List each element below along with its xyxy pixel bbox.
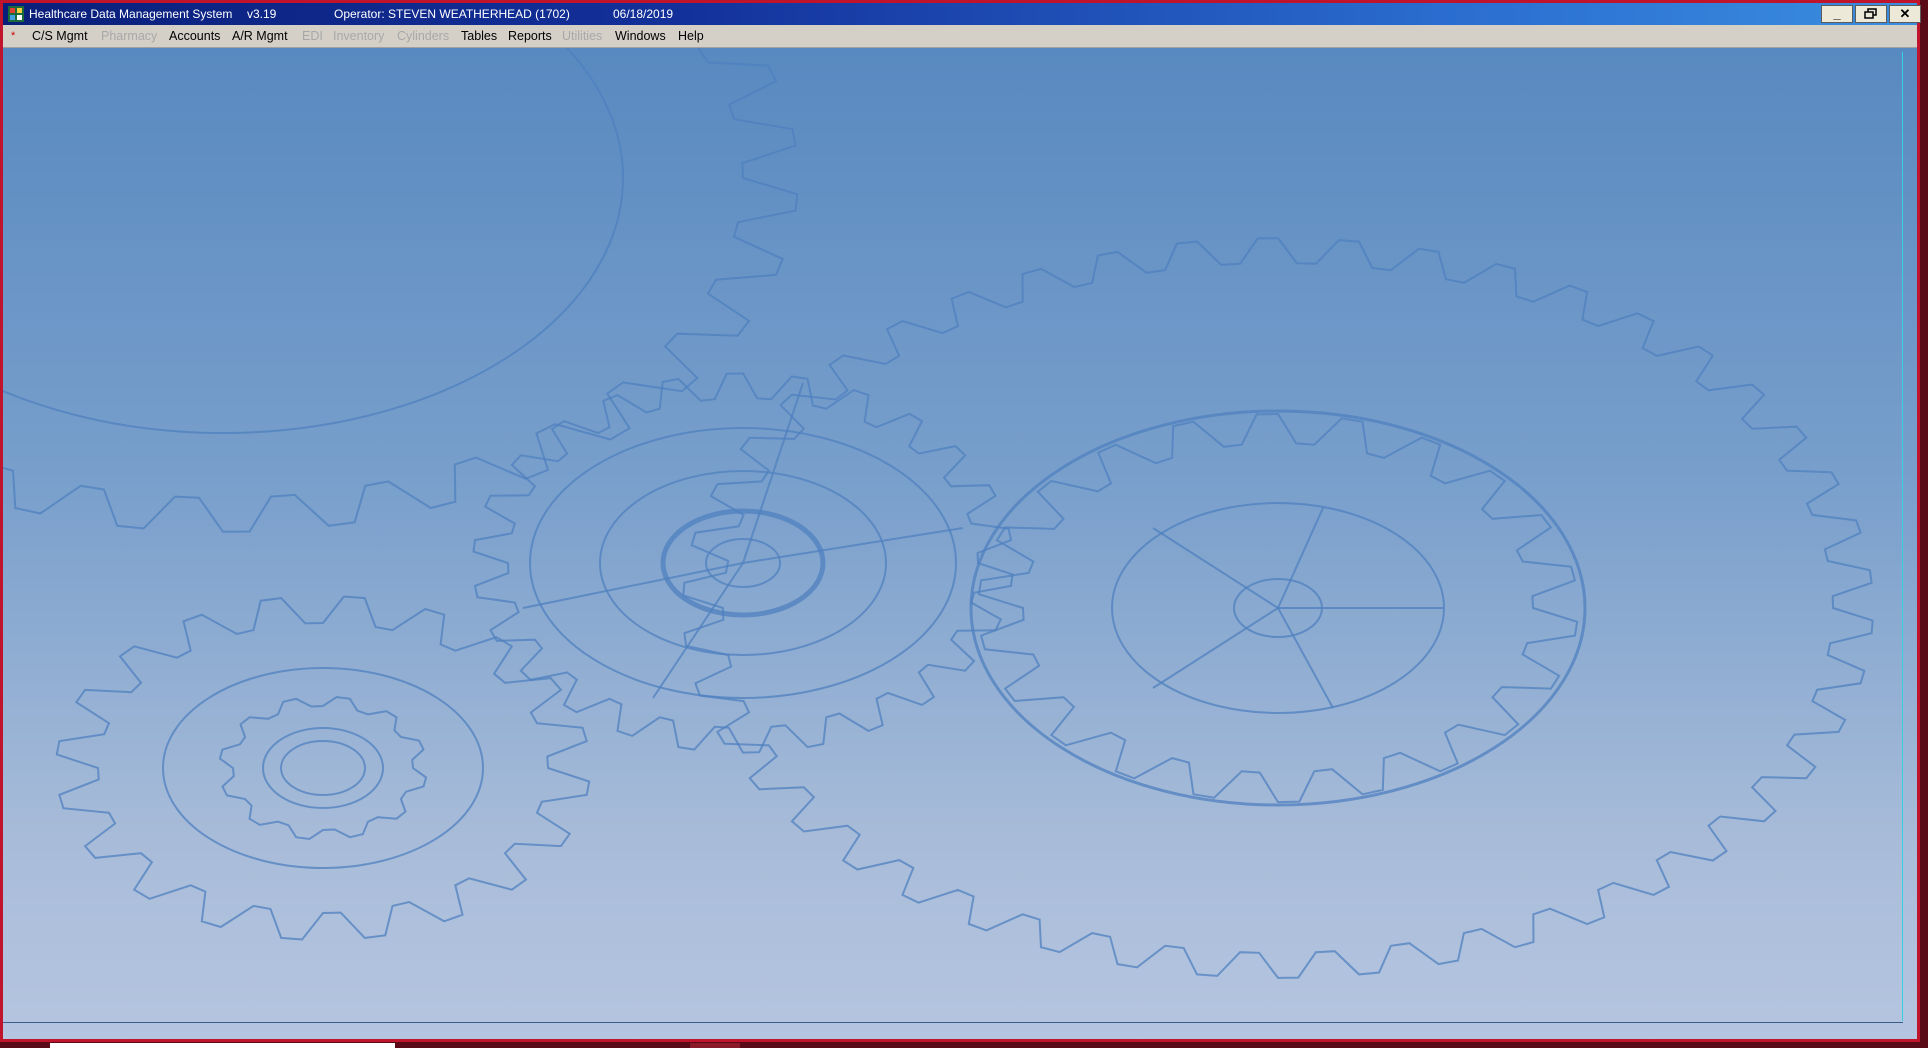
menu-windows[interactable]: Windows xyxy=(615,25,666,47)
menu-accounts[interactable]: Accounts xyxy=(169,25,220,47)
restore-button[interactable] xyxy=(1855,5,1887,23)
client-right-edge xyxy=(1902,52,1903,1021)
gear-bottom-left-rim xyxy=(162,667,484,869)
gear-large-left-rim xyxy=(3,48,624,434)
client-bottom-edge xyxy=(3,1022,1903,1023)
menu-pharmacy: Pharmacy xyxy=(101,29,158,43)
gear-large-left xyxy=(3,48,799,533)
mdi-client-area[interactable] xyxy=(3,48,1917,1039)
gear-center-spoke-2 xyxy=(742,382,804,564)
menu-inventory: Inventory xyxy=(333,29,385,43)
menu-edi: EDI xyxy=(302,29,323,43)
operator-label: Operator: STEVEN WEATHERHEAD (1702) xyxy=(334,7,570,21)
menu-tables[interactable]: Tables xyxy=(461,25,497,47)
menu-reports[interactable]: Reports xyxy=(508,25,552,47)
menu-cs-mgmt[interactable]: C/S Mgmt xyxy=(32,25,88,47)
minimize-button[interactable]: _ xyxy=(1821,5,1853,23)
gear-bottom-left-axle xyxy=(280,740,366,796)
gear-bottom-left xyxy=(55,595,591,941)
taskbar-strip xyxy=(50,1043,395,1048)
gear-center-spoke-1 xyxy=(742,527,964,564)
title-bar[interactable]: Healthcare Data Management System v3.19 … xyxy=(3,3,1921,25)
restore-icon xyxy=(1864,8,1877,19)
taskbar-strip-accent xyxy=(690,1043,740,1048)
gear-right-spoke-1 xyxy=(1277,607,1334,709)
gear-bottom-left-pinion xyxy=(218,695,428,841)
close-button[interactable]: ✕ xyxy=(1889,5,1921,23)
app-icon xyxy=(8,6,24,22)
app-title: Healthcare Data Management System xyxy=(29,7,233,21)
menu-bar: * C/S Mgmt Pharmacy Accounts A/R Mgmt ED… xyxy=(3,25,1917,48)
app-version: v3.19 xyxy=(247,7,277,21)
mdi-child-icon[interactable]: * xyxy=(11,25,15,47)
minimize-icon: _ xyxy=(1833,6,1841,21)
main-window: Healthcare Data Management System v3.19 … xyxy=(0,0,1921,1042)
session-date: 06/18/2019 xyxy=(613,7,674,21)
gear-right-spoke-2 xyxy=(1152,607,1279,689)
gear-center-spoke-0 xyxy=(522,562,744,609)
menu-help[interactable]: Help xyxy=(678,25,704,47)
gears-watermark-icon xyxy=(3,48,1874,979)
menu-cylinders: Cylinders xyxy=(397,29,450,43)
close-icon: ✕ xyxy=(1899,6,1911,21)
menu-ar-mgmt[interactable]: A/R Mgmt xyxy=(232,25,288,47)
menu-utilities: Utilities xyxy=(562,29,603,43)
gear-right-spoke-3 xyxy=(1152,527,1279,609)
